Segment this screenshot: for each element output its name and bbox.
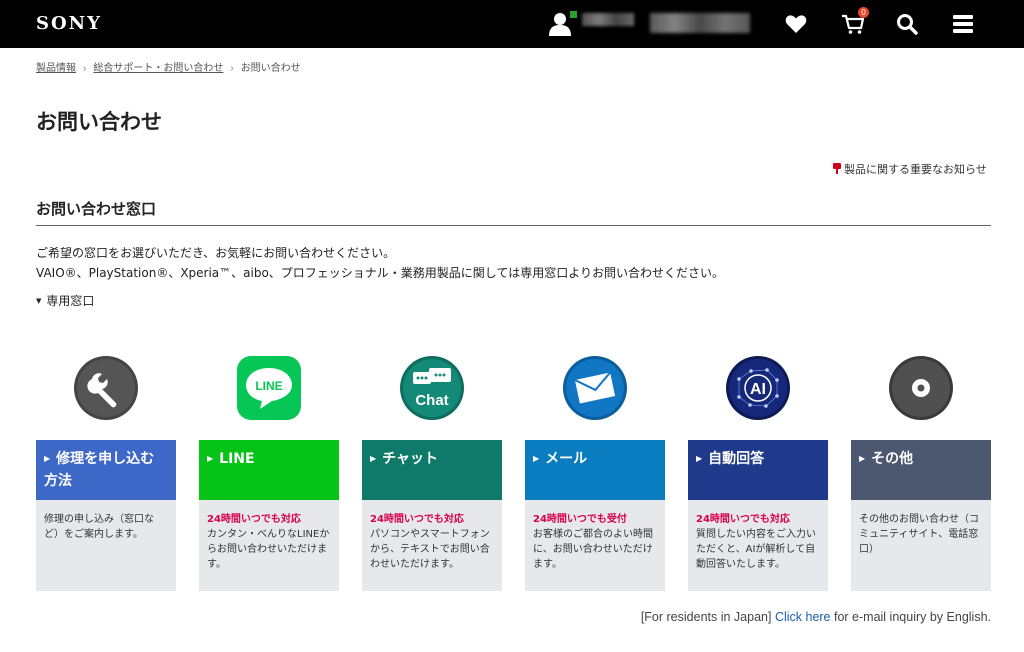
breadcrumb-current: お問い合わせ	[240, 63, 301, 74]
user-status-indicator	[570, 11, 577, 18]
search-icon[interactable]	[895, 12, 919, 36]
card-description: その他のお問い合わせ（コミュニティサイト、電話窓口）	[859, 514, 979, 555]
ai-icon-text: AI	[750, 381, 766, 398]
top-bar: SONY 0	[0, 0, 1024, 48]
card-description: 質問したい内容をご入力いただくと、AIが解析して自動回答いたします。	[696, 529, 816, 570]
wrench-icon	[74, 356, 138, 420]
card-title: チャット	[382, 451, 439, 467]
card-ai-header[interactable]: ▶ 自動回答	[688, 440, 828, 500]
breadcrumb-link-products[interactable]: 製品情報	[36, 63, 76, 74]
card-chat[interactable]: Chat ▶ チャット 24時間いつでも対応 パソコンやスマートフォンから、テキス…	[362, 350, 502, 591]
card-highlight: 24時間いつでも受付	[533, 514, 627, 525]
user-info-blurred	[650, 13, 750, 33]
section-divider	[36, 225, 991, 226]
intro-line-2: VAIO®、PlayStation®、Xperia™、aibo、プロフェッショナ…	[36, 266, 724, 280]
menu-icon[interactable]	[951, 12, 975, 36]
card-description: パソコンやスマートフォンから、テキストでお問い合わせいただけます。	[370, 529, 490, 570]
user-icon[interactable]	[549, 12, 571, 36]
arrow-right-icon: ▶	[207, 454, 214, 463]
chat-icon-text: Chat	[415, 392, 448, 409]
section-title: お問い合わせ窓口	[36, 200, 157, 218]
alert-pin-icon	[833, 163, 841, 174]
intro-line-1: ご希望の窓口をお選びいただき、お気軽にお問い合わせください。	[36, 246, 396, 260]
page-title: お問い合わせ	[36, 110, 162, 134]
card-description: カンタン・べんりなLINEからお問い合わせいただけます。	[207, 529, 330, 570]
card-mail-body: 24時間いつでも受付 お客様のご都合のよい時間に、お問い合わせいただけます。	[525, 500, 665, 591]
card-highlight: 24時間いつでも対応	[207, 514, 301, 525]
card-chat-body: 24時間いつでも対応 パソコンやスマートフォンから、テキストでお問い合わせいただ…	[362, 500, 502, 591]
breadcrumb: 製品情報 › 総合サポート・お問い合わせ › お問い合わせ	[36, 59, 301, 74]
important-notice-link[interactable]: 製品に関する重要なお知らせ	[833, 161, 987, 177]
triangle-down-icon: ▼	[36, 297, 42, 305]
card-other-header[interactable]: ▶ その他	[851, 440, 991, 500]
card-title: 自動回答	[708, 451, 765, 467]
card-ai[interactable]: AI ▶ 自動回答 24時間いつでも対応 質問したい内容をご入力いただくと、AIが…	[688, 350, 828, 591]
english-inquiry-note: [For residents in Japan] Click here for …	[641, 610, 991, 624]
arrow-right-icon: ▶	[696, 454, 703, 463]
intro-text: ご希望の窓口をお選びいただき、お気軽にお問い合わせください。 VAIO®、Pla…	[36, 243, 724, 283]
card-line[interactable]: LINE ▶ LINE 24時間いつでも対応 カンタン・べんりなLINEからお問い…	[199, 350, 339, 591]
english-inquiry-suffix: for e-mail inquiry by English.	[830, 610, 991, 624]
arrow-right-icon: ▶	[44, 454, 51, 463]
card-description: 修理の申し込み（窓口など）をご案内します。	[44, 514, 154, 540]
card-other-body: その他のお問い合わせ（コミュニティサイト、電話窓口）	[851, 500, 991, 591]
important-notice-label: 製品に関する重要なお知らせ	[844, 163, 987, 176]
breadcrumb-separator: ›	[230, 63, 234, 74]
card-ai-body: 24時間いつでも対応 質問したい内容をご入力いただくと、AIが解析して自動回答い…	[688, 500, 828, 591]
dedicated-window-label: 専用窓口	[46, 294, 95, 308]
card-repair[interactable]: ▶ 修理を申し込む方法 修理の申し込み（窓口など）をご案内します。	[36, 350, 176, 591]
cart-count-badge: 0	[858, 7, 869, 18]
ai-icon: AI	[726, 356, 790, 420]
card-description: お客様のご都合のよい時間に、お問い合わせいただけます。	[533, 529, 653, 570]
english-inquiry-link[interactable]: Click here	[775, 610, 831, 624]
card-line-body: 24時間いつでも対応 カンタン・べんりなLINEからお問い合わせいただけます。	[199, 500, 339, 591]
user-name-blurred	[582, 13, 634, 26]
line-icon-text: LINE	[255, 379, 282, 393]
mail-icon	[563, 356, 627, 420]
breadcrumb-link-support[interactable]: 総合サポート・お問い合わせ	[93, 63, 223, 74]
chat-icon: Chat	[400, 356, 464, 420]
arrow-right-icon: ▶	[533, 454, 540, 463]
card-highlight: 24時間いつでも対応	[370, 514, 464, 525]
card-title: メール	[545, 451, 588, 467]
english-inquiry-prefix: [For residents in Japan]	[640, 610, 775, 624]
card-highlight: 24時間いつでも対応	[696, 514, 790, 525]
card-title: その他	[871, 451, 914, 467]
heart-icon[interactable]	[784, 12, 808, 36]
arrow-right-icon: ▶	[859, 454, 866, 463]
dedicated-window-toggle[interactable]: ▼ 専用窓口	[36, 292, 94, 309]
disc-icon	[889, 356, 953, 420]
card-chat-header[interactable]: ▶ チャット	[362, 440, 502, 500]
card-repair-body: 修理の申し込み（窓口など）をご案内します。	[36, 500, 176, 591]
line-icon: LINE	[237, 356, 301, 420]
card-title: LINE	[219, 451, 255, 467]
card-repair-header[interactable]: ▶ 修理を申し込む方法	[36, 440, 176, 500]
card-mail[interactable]: ▶ メール 24時間いつでも受付 お客様のご都合のよい時間に、お問い合わせいただけ…	[525, 350, 665, 591]
breadcrumb-separator: ›	[83, 63, 87, 74]
card-line-header[interactable]: ▶ LINE	[199, 440, 339, 500]
card-other[interactable]: ▶ その他 その他のお問い合わせ（コミュニティサイト、電話窓口）	[851, 350, 991, 591]
sony-logo[interactable]: SONY	[36, 13, 102, 34]
arrow-right-icon: ▶	[370, 454, 377, 463]
card-mail-header[interactable]: ▶ メール	[525, 440, 665, 500]
card-title: 修理を申し込む方法	[44, 451, 155, 489]
